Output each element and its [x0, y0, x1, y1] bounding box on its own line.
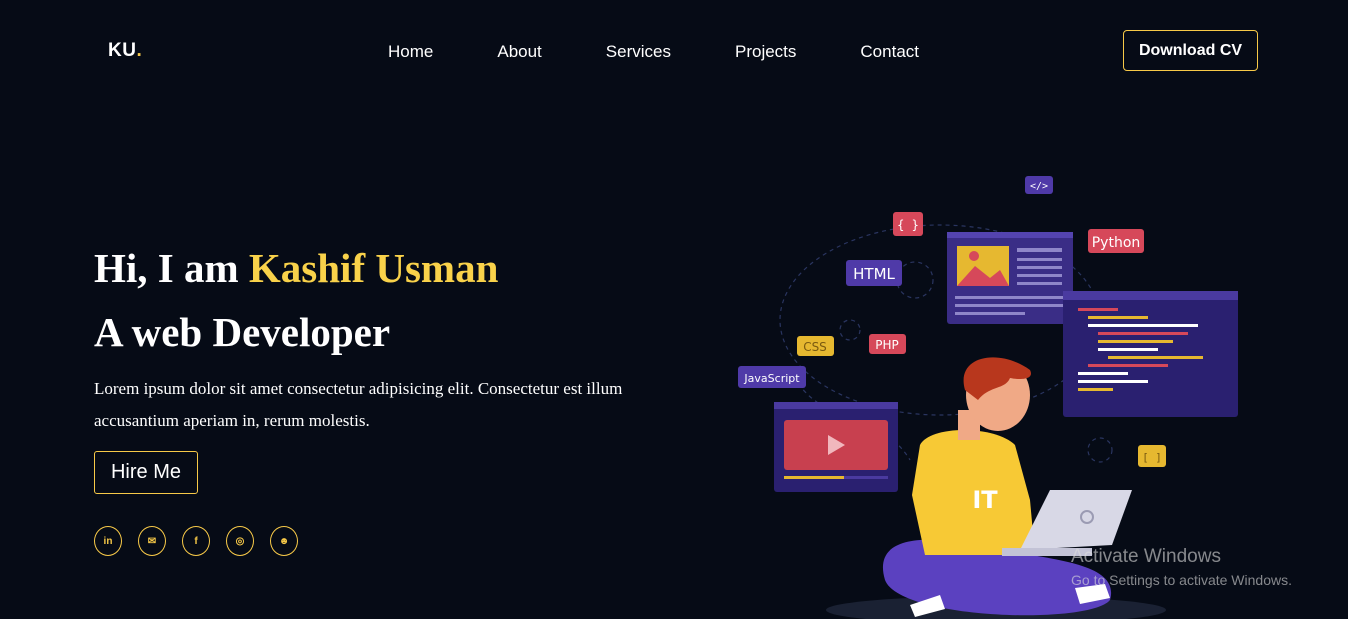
facebook-icon[interactable]: f — [182, 526, 210, 556]
tag-code: </> — [1030, 181, 1048, 192]
video-window — [774, 402, 898, 492]
tag-python: Python — [1092, 235, 1141, 251]
braces-tag: { } — [893, 212, 923, 236]
hero-name: Kashif Usman — [248, 245, 499, 291]
discord-icon[interactable]: ☻ — [270, 526, 298, 556]
tag-css: CSS — [803, 340, 827, 354]
linkedin-icon[interactable]: in — [94, 526, 122, 556]
hero-heading: Hi, I am Kashif Usman — [94, 244, 498, 292]
nav-about[interactable]: About — [497, 42, 541, 62]
css-tag: CSS — [797, 336, 834, 356]
tag-braces: { } — [897, 218, 919, 232]
activate-windows-subtitle: Go to Settings to activate Windows. — [1071, 572, 1292, 588]
tag-javascript: JavaScript — [743, 372, 800, 385]
javascript-tag: JavaScript — [738, 366, 806, 388]
hero-greeting: Hi, I am — [94, 245, 249, 291]
activate-windows-title: Activate Windows — [1071, 546, 1221, 567]
code-tag-icon: </> — [1025, 176, 1053, 194]
brackets-tag: [ ] — [1138, 445, 1166, 467]
mail-icon[interactable]: ✉ — [138, 526, 166, 556]
nav-home[interactable]: Home — [388, 42, 433, 62]
tag-brackets: [ ] — [1142, 451, 1162, 464]
nav-contact[interactable]: Contact — [860, 42, 919, 62]
nav-projects[interactable]: Projects — [735, 42, 796, 62]
logo-dot: . — [136, 40, 143, 61]
hero-role: A web Developer — [94, 309, 391, 355]
logo-text: KU — [108, 40, 137, 61]
hire-me-button[interactable]: Hire Me — [94, 451, 198, 494]
logo[interactable]: KU. — [108, 40, 142, 62]
nav-services[interactable]: Services — [606, 42, 671, 62]
download-cv-button[interactable]: Download CV — [1123, 30, 1258, 71]
tag-php: PHP — [875, 338, 899, 352]
python-tag: Python — [1088, 229, 1144, 253]
hero-description: Lorem ipsum dolor sit amet consectetur a… — [94, 379, 623, 430]
php-tag: PHP — [869, 334, 906, 354]
tag-html: HTML — [853, 265, 895, 283]
shirt-text: IT — [972, 486, 998, 514]
main-nav: Home About Services Projects Contact — [388, 42, 983, 62]
instagram-icon[interactable]: ◎ — [226, 526, 254, 556]
image-window — [947, 232, 1073, 324]
social-links: in ✉ f ◎ ☻ — [94, 526, 314, 556]
code-window — [1063, 291, 1238, 417]
html-tag: HTML — [846, 260, 902, 286]
